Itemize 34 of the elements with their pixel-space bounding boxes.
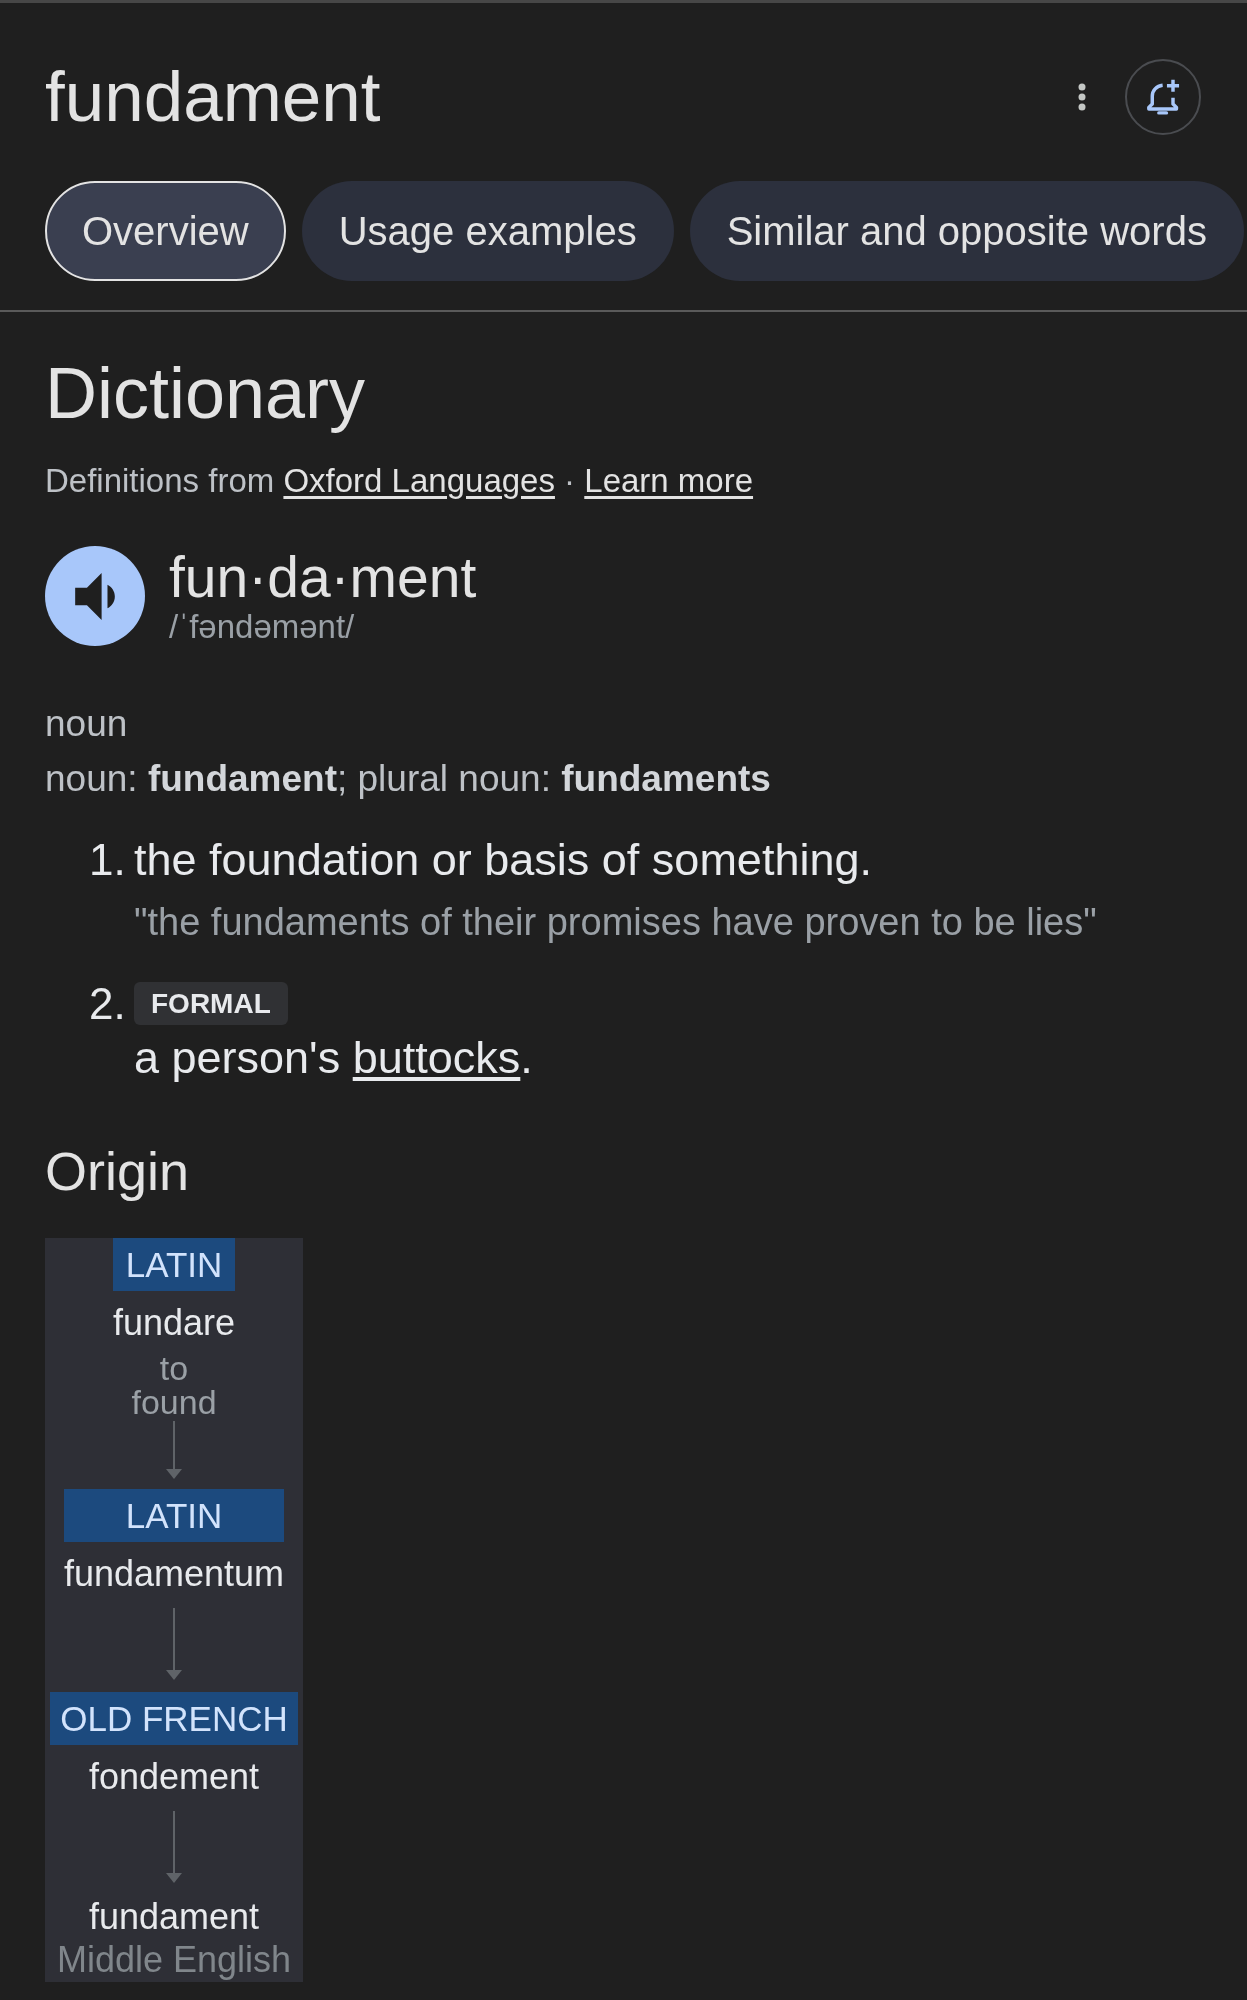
attribution-link[interactable]: Learn more [584, 462, 754, 500]
alert-button[interactable] [1125, 59, 1201, 135]
language-tag: OLD FRENCH [50, 1692, 298, 1746]
attribution-text: Definitions from Oxford Languages · Learn more [45, 461, 755, 502]
etymon-word: fundamentum [63, 1552, 285, 1596]
register-tag: FORMAL [134, 982, 288, 1026]
etymon-word: fundare [112, 1301, 236, 1345]
page-title: fundament [45, 59, 382, 135]
etymon-word: fundament [88, 1895, 260, 1939]
definition-text: the foundation or basis of something. [134, 833, 872, 888]
definition-text: a person's buttocks. [134, 1031, 533, 1086]
down-arrow [165, 1421, 183, 1480]
more-options-icon[interactable] [1078, 83, 1086, 111]
word-forms-text: noun: fundament; plural noun: fundaments [45, 757, 772, 802]
bell-plus-icon [1146, 78, 1180, 116]
language-tag: LATIN [63, 1489, 285, 1543]
headword-text: fun·da·ment [169, 546, 477, 609]
section-heading: Origin [45, 1140, 191, 1204]
sense-number: 2. [89, 982, 127, 1026]
pronunciation-text: /ˈfəndəmənt/ [169, 608, 356, 647]
tab[interactable]: Overview [45, 181, 286, 281]
language-text: Middle English [56, 1938, 292, 1983]
section-heading: Dictionary [45, 352, 367, 435]
example-text: "the fundaments of their promises have proven to be lies" [134, 900, 1097, 946]
etymon-word: fondement [88, 1755, 260, 1799]
part-of-speech-text: noun [45, 702, 129, 747]
language-tag: LATIN [112, 1238, 236, 1292]
attribution-link[interactable]: Oxford Languages [283, 462, 555, 500]
gloss-text: to found [131, 1351, 217, 1420]
speaker-icon [75, 572, 115, 620]
sense-number: 1. [89, 834, 127, 887]
definition-link[interactable]: buttocks [352, 1032, 521, 1084]
tab[interactable]: Usage examples [301, 181, 674, 281]
tab[interactable]: Similar and opposite words [689, 181, 1244, 281]
